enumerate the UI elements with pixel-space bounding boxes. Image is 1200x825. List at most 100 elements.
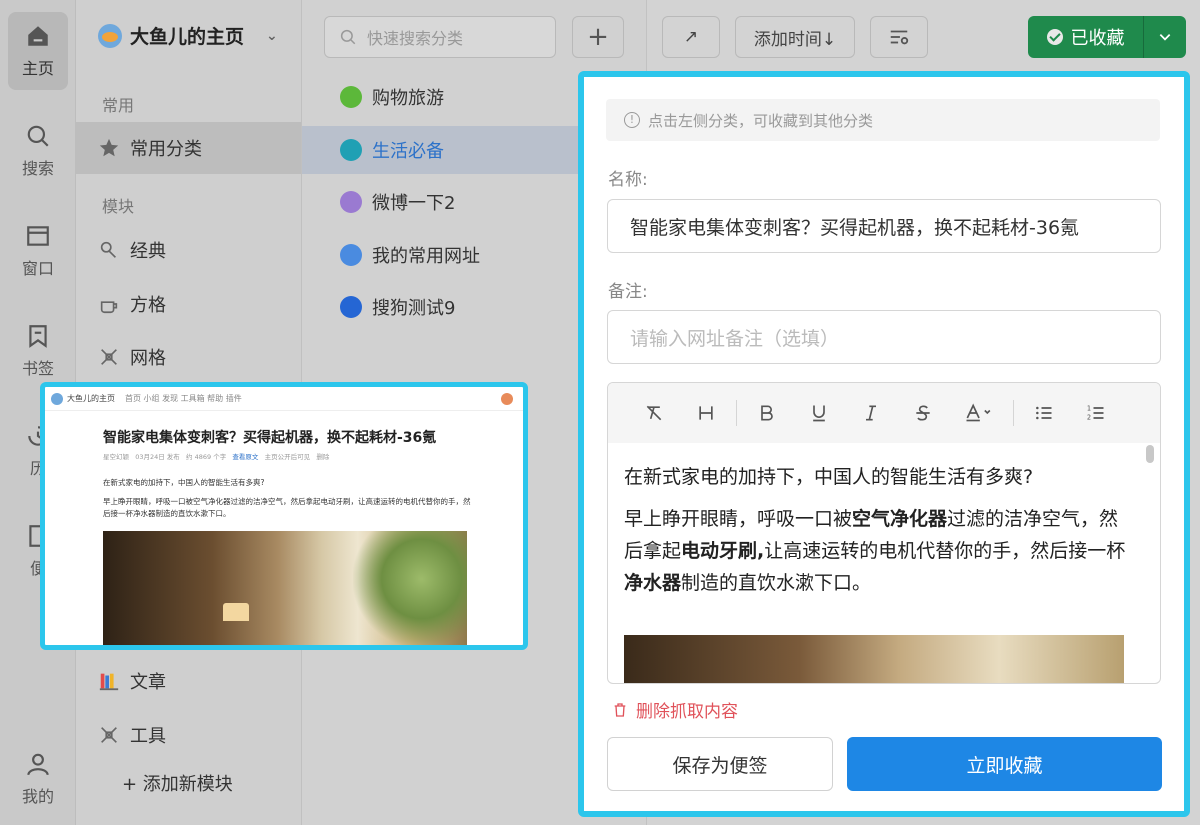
module-label: 网格 bbox=[130, 348, 166, 369]
clear-format-icon[interactable] bbox=[628, 393, 680, 433]
chevron-down-icon bbox=[1159, 34, 1171, 41]
module-square[interactable]: 方格 bbox=[76, 278, 301, 330]
preview-paragraph: 在新式家电的加持下，中国人的智能生活有多爽? bbox=[103, 478, 265, 487]
italic-icon[interactable] bbox=[845, 393, 897, 433]
rail-home[interactable]: 主页 bbox=[8, 12, 68, 90]
category-color-dot bbox=[340, 86, 362, 108]
home-title-text: 大鱼儿的主页 bbox=[130, 26, 245, 48]
plant-shape bbox=[353, 531, 467, 645]
cup-icon bbox=[100, 301, 118, 314]
toolbar-divider bbox=[736, 400, 737, 426]
category-color-dot bbox=[340, 191, 362, 213]
open-link-button[interactable]: ↗ bbox=[662, 16, 720, 58]
editor-content[interactable]: 在新式家电的加持下，中国人的智能生活有多爽? 早上睁开眼睛，呼吸一口被空气净化器… bbox=[608, 443, 1160, 683]
category-color-dot bbox=[340, 139, 362, 161]
module-classic[interactable]: 经典 bbox=[76, 224, 301, 276]
collect-now-button[interactable]: 立即收藏 bbox=[847, 737, 1162, 791]
collected-main[interactable]: 已收藏 bbox=[1028, 16, 1144, 58]
rail-label: 我的 bbox=[21, 787, 54, 806]
home-icon bbox=[28, 26, 48, 46]
sort-by-time-button[interactable]: 添加时间↓ bbox=[735, 16, 855, 58]
module-label: 工具 bbox=[130, 726, 166, 747]
section-modules: 模块 bbox=[102, 197, 135, 216]
rail-window[interactable]: 窗口 bbox=[8, 212, 68, 290]
svg-text:1: 1 bbox=[1087, 405, 1091, 413]
note-label: 备注: bbox=[608, 282, 648, 302]
search-icon bbox=[27, 125, 49, 147]
svg-text:2: 2 bbox=[1087, 414, 1091, 422]
rail-search[interactable]: 搜索 bbox=[8, 112, 68, 190]
editor-paragraph: 早上睁开眼睛，呼吸一口被空气净化器过滤的洁净空气，然后拿起电动牙刷,让高速运转的… bbox=[624, 508, 1126, 594]
bold-icon[interactable] bbox=[741, 393, 793, 433]
rail-user[interactable]: 我的 bbox=[8, 740, 68, 818]
fish-logo-icon bbox=[98, 23, 122, 48]
save-as-note-button[interactable]: 保存为便签 bbox=[607, 737, 833, 791]
module-article[interactable]: 文章 bbox=[76, 655, 301, 707]
font-color-icon[interactable] bbox=[949, 393, 1009, 433]
hint-text: 点击左侧分类，可收藏到其他分类 bbox=[648, 111, 874, 130]
filter-settings-icon bbox=[890, 30, 909, 45]
rich-text-editor[interactable]: 12 在新式家电的加持下，中国人的智能生活有多爽? 早上睁开眼睛，呼吸一口被空气… bbox=[607, 382, 1161, 684]
category-label: 我的常用网址 bbox=[372, 246, 480, 267]
check-circle-icon bbox=[1046, 29, 1063, 45]
editor-scrollbar[interactable] bbox=[1146, 445, 1154, 463]
bullet-list-icon[interactable] bbox=[1018, 393, 1070, 433]
arrow-up-right-icon: ↗ bbox=[683, 27, 699, 47]
info-icon: ! bbox=[624, 112, 640, 128]
delete-captured-content-button[interactable]: 删除抓取内容 bbox=[612, 697, 738, 722]
rail-label: 窗口 bbox=[21, 259, 54, 278]
preview-paragraph: 早上睁开眼睛，呼吸一口被空气净化器过滤的洁净空气，然后拿起电动牙刷，让高速运转的… bbox=[103, 497, 471, 518]
article-image bbox=[624, 635, 1124, 683]
rail-bookmark[interactable]: 书签 bbox=[8, 312, 68, 390]
filter-settings-button[interactable] bbox=[870, 16, 928, 58]
strikethrough-icon[interactable] bbox=[897, 393, 949, 433]
section-common: 常用 bbox=[102, 96, 135, 115]
category-label: 生活必备 bbox=[372, 141, 444, 162]
star-icon bbox=[99, 138, 119, 157]
toolbar-divider bbox=[1013, 400, 1014, 426]
name-input[interactable]: 智能家电集体变刺客？买得起机器，换不起耗材-36氪 bbox=[607, 199, 1161, 253]
module-grid[interactable]: 网格 bbox=[76, 331, 301, 383]
add-module-button[interactable]: + 添加新模块 bbox=[122, 770, 233, 796]
category-label: 购物旅游 bbox=[372, 88, 444, 109]
search-icon bbox=[340, 29, 356, 45]
trash-icon bbox=[614, 702, 626, 717]
module-common-categories[interactable]: 常用分类 bbox=[76, 122, 301, 174]
sort-label: 添加时间↓ bbox=[753, 29, 837, 50]
add-category-button[interactable]: + bbox=[572, 16, 624, 58]
collected-label: 已收藏 bbox=[1070, 28, 1125, 49]
tools-icon bbox=[101, 727, 117, 743]
category-color-dot bbox=[340, 296, 362, 318]
category-search-input[interactable]: 快速搜索分类 bbox=[324, 16, 556, 58]
search-placeholder: 快速搜索分类 bbox=[367, 29, 464, 48]
editor-paragraph: 在新式家电的加持下，中国人的智能生活有多爽? bbox=[624, 466, 1034, 488]
module-label: 经典 bbox=[130, 241, 166, 262]
chevron-down-icon: ⌄ bbox=[266, 27, 278, 44]
home-title[interactable]: 大鱼儿的主页 ⌄ bbox=[98, 22, 278, 49]
category-label: 搜狗测试9 bbox=[372, 298, 456, 319]
collected-dropdown[interactable] bbox=[1144, 16, 1186, 58]
preview-site-name: 大鱼儿的主页 bbox=[67, 394, 115, 403]
rail-label: 主页 bbox=[21, 59, 54, 78]
collected-button[interactable]: 已收藏 bbox=[1028, 16, 1186, 58]
module-label: 常用分类 bbox=[130, 139, 202, 160]
category-color-dot bbox=[340, 244, 362, 266]
page-preview[interactable]: 大鱼儿的主页 首页 小组 发现 工具箱 帮助 插件 智能家电集体变刺客？买得起机… bbox=[40, 382, 528, 650]
note-input[interactable]: 请输入网址备注（选填） bbox=[607, 310, 1161, 364]
numbered-list-icon[interactable]: 12 bbox=[1070, 393, 1122, 433]
grid-icon bbox=[101, 349, 117, 365]
rail-label: 搜索 bbox=[21, 159, 54, 178]
window-icon bbox=[27, 226, 49, 246]
category-label: 微博一下2 bbox=[372, 193, 456, 214]
module-tools[interactable]: 工具 bbox=[76, 709, 301, 761]
delete-label: 删除抓取内容 bbox=[636, 702, 738, 722]
bookmark-icon bbox=[29, 325, 47, 348]
heading-icon[interactable] bbox=[680, 393, 732, 433]
user-icon bbox=[27, 753, 49, 776]
collect-dialog: ! 点击左侧分类，可收藏到其他分类 名称: 智能家电集体变刺客？买得起机器，换不… bbox=[578, 71, 1190, 817]
fish-logo-icon bbox=[51, 392, 63, 405]
preview-nav: 首页 小组 发现 工具箱 帮助 插件 bbox=[125, 394, 242, 403]
hint-banner: ! 点击左侧分类，可收藏到其他分类 bbox=[606, 99, 1160, 141]
avatar bbox=[501, 393, 513, 405]
underline-icon[interactable] bbox=[793, 393, 845, 433]
